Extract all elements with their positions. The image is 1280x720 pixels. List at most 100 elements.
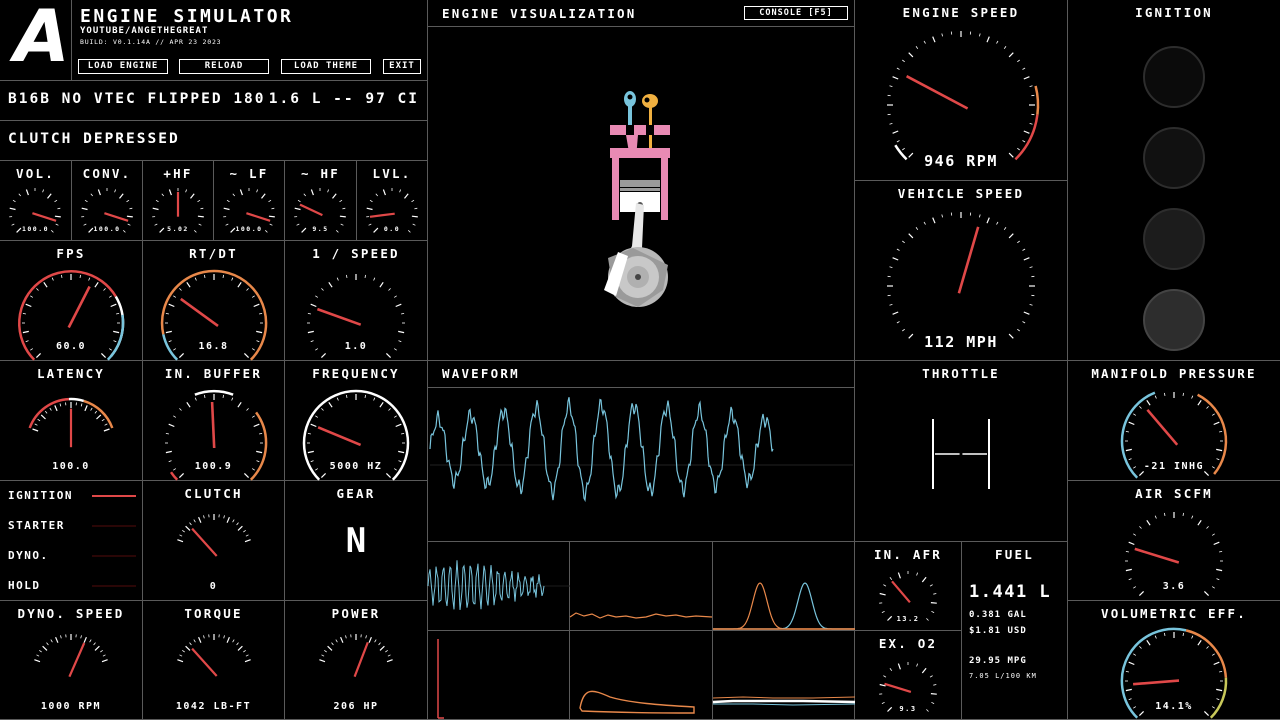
gauge-tick [34,659,41,663]
gauge-tick [101,659,108,663]
gauge-tick [294,207,301,211]
load-engine-button[interactable]: LOAD ENGINE [78,59,168,74]
gauge-tick [1128,458,1132,461]
pv-loop [579,690,695,714]
gauge-tick [902,240,905,244]
starter-indicator[interactable]: STARTER [8,519,136,533]
gauge-tick [44,410,48,414]
hold-indicator[interactable]: HOLD [8,579,136,593]
gauge-tick [243,352,250,359]
gauge-tick [232,519,235,523]
fps-panel: FPS 60.0 [0,241,143,361]
gauge-tick [43,281,48,288]
gauge-tick [385,472,392,479]
gauge-needle [1146,408,1179,446]
gauge-tick [165,330,172,334]
vehicle-speed-panel: VEHICLE SPEED 112 MPH [855,181,1068,361]
gauge-tick [222,394,224,398]
gauge-tick [94,281,99,288]
gauge-tick [84,405,88,412]
gauge-tick [1138,590,1145,597]
vol-value: 100.0 [21,225,50,233]
gauge-tick [90,193,94,197]
gauge-tick [321,408,324,411]
gauge-tick [1182,392,1184,396]
gauge-tick [54,215,61,218]
gauge-tick [310,423,317,428]
gauge-tick [152,207,159,211]
gauge-tick [378,642,381,646]
exit-button[interactable]: EXIT [383,59,421,74]
gauge-tick [1154,515,1157,519]
exo2-value: 9.3 [899,705,917,713]
gauge-tick [902,328,905,332]
gauge-tick [126,199,130,203]
gauge-tick [1029,304,1033,306]
gauge-tick [39,649,42,653]
gauge-tick [896,140,900,143]
gauge-tick [1125,448,1132,452]
gauge-tick [97,189,101,196]
gauge-tick [929,584,933,587]
gauge-tick [103,428,110,432]
torque-curve-orange [712,696,856,699]
gauge-tick [94,645,100,651]
gauge-tick [933,593,937,595]
waveform-plot [429,397,853,503]
gauge-tick [1164,632,1166,636]
gauge-tick [883,584,887,587]
gauge-needle [369,212,395,218]
gauge-tick [915,227,919,230]
gauge-tick [902,59,905,63]
inv-speed-value: 1.0 [344,341,368,352]
gauge-tick [1023,311,1030,315]
gauge-tick [373,397,376,401]
gauge-tick [54,199,58,203]
gauge-tick [1216,698,1220,701]
manifold-pressure-value: -21 INHG [1143,461,1205,472]
gauge-tick [307,433,311,435]
clutch-status-panel: CLUTCH DEPRESSED [0,121,428,161]
gauge-tick [104,423,108,426]
gauge-tick [179,408,182,411]
gauge-tick [364,274,366,278]
gauge-tick [364,394,366,398]
gauge-tick [243,472,250,479]
gauge-tick [256,189,258,193]
gauge-tick [321,288,324,291]
audio-gauge-conv: CONV. 100.0 [72,161,143,241]
spark-plot [437,639,444,719]
gauge-tick [168,423,175,428]
fps-value: 60.0 [55,341,87,352]
gauge-tick [268,199,272,203]
gauge-tick [203,635,205,639]
gauge-tick [385,649,388,653]
plus-hf-value: 5.02 [167,225,189,233]
gauge-tick [185,645,191,651]
exhaust-flow-plot [569,612,713,619]
gauge-tick [931,701,935,704]
gauge-tick [1128,541,1135,546]
gauge-tick [244,539,251,543]
gauge-tick [79,274,81,278]
load-theme-button[interactable]: LOAD THEME [281,59,371,74]
gauge-tick [1206,526,1209,529]
gauge-tick [1219,551,1223,553]
reload-button[interactable]: RELOAD [179,59,269,74]
ignition-cylinder-3 [1143,208,1205,270]
ignition-indicator[interactable]: IGNITION [8,489,136,503]
gauge-needle [957,226,980,294]
gauge-tick [345,635,347,639]
gauge-tick [83,636,87,643]
gauge-band [68,397,85,403]
gauge-tick [100,649,103,653]
app-logo: A [0,0,72,80]
gauge-tick [204,394,206,398]
gauge-tick [297,199,301,203]
gauge-tick [932,217,936,224]
gauge-tick [186,401,191,408]
gauge-tick [96,414,102,420]
gauge-tick [328,401,333,408]
gauge-tick [1146,639,1151,646]
dyno-indicator[interactable]: DYNO. [8,549,136,563]
